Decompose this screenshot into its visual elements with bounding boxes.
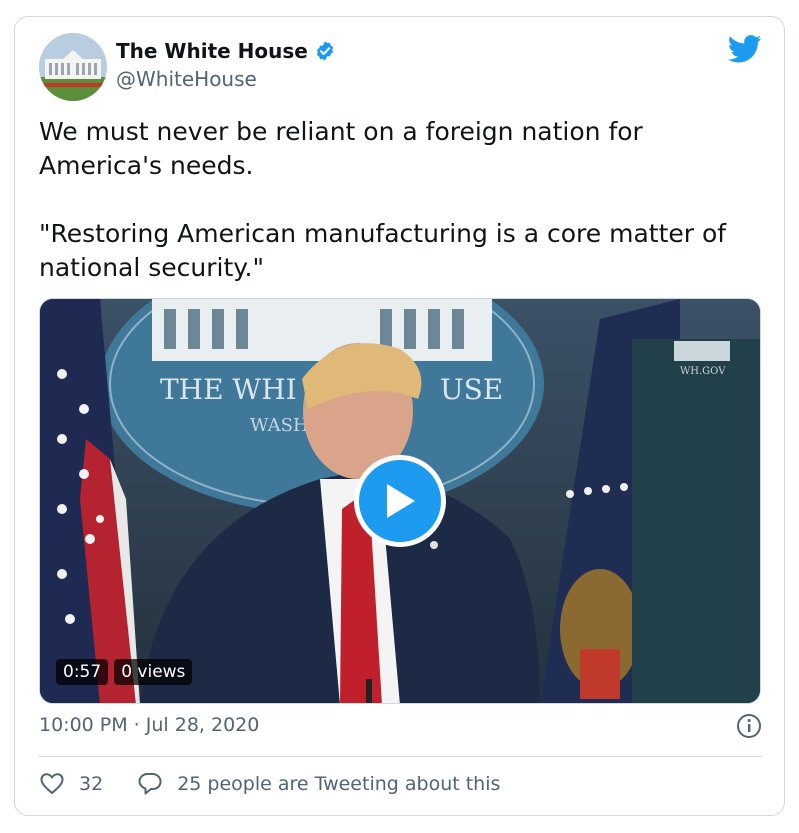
play-button[interactable] bbox=[354, 455, 446, 547]
tweet-card: The White House @WhiteHouse We must neve… bbox=[14, 16, 785, 816]
like-count: 32 bbox=[79, 773, 104, 795]
info-icon[interactable] bbox=[736, 713, 762, 739]
video-player[interactable]: THE WHI USE WASH WH.GOV 0:57 0 views bbox=[39, 298, 761, 704]
reply-bubble-icon bbox=[138, 773, 162, 795]
tweet-timestamp[interactable]: 10:00 PM · Jul 28, 2020 bbox=[39, 714, 259, 736]
play-icon bbox=[387, 484, 415, 518]
verified-badge-icon bbox=[316, 41, 333, 61]
wh-gov-label: WH.GOV bbox=[680, 366, 726, 377]
like-button[interactable]: 32 bbox=[39, 771, 103, 797]
tweeting-about-text: 25 people are Tweeting about this bbox=[177, 773, 501, 795]
tweet-paragraph: We must never be reliant on a foreign na… bbox=[39, 117, 643, 180]
divider bbox=[39, 756, 762, 757]
seal-text-top: THE WHI bbox=[160, 373, 297, 406]
heart-icon bbox=[40, 773, 64, 795]
author-display-name[interactable]: The White House bbox=[116, 39, 308, 63]
video-duration: 0:57 bbox=[56, 659, 109, 685]
author-handle[interactable]: @WhiteHouse bbox=[116, 67, 257, 91]
author-name-row: The White House bbox=[116, 39, 336, 63]
seal-text-bottom: WASH bbox=[250, 415, 309, 436]
tweeting-about-link[interactable]: 25 people are Tweeting about this bbox=[137, 771, 500, 797]
avatar[interactable] bbox=[39, 33, 107, 101]
video-views: 0 views bbox=[114, 659, 193, 685]
video-meta: 0:57 0 views bbox=[56, 659, 193, 685]
tweet-text: We must never be reliant on a foreign na… bbox=[39, 115, 769, 285]
tweet-quote-paragraph: "Restoring American manufacturing is a c… bbox=[39, 219, 727, 282]
tweet-actions: 32 25 people are Tweeting about this bbox=[39, 771, 500, 797]
seal-text-top-right: USE bbox=[440, 373, 503, 406]
twitter-bird-icon[interactable] bbox=[728, 35, 762, 63]
